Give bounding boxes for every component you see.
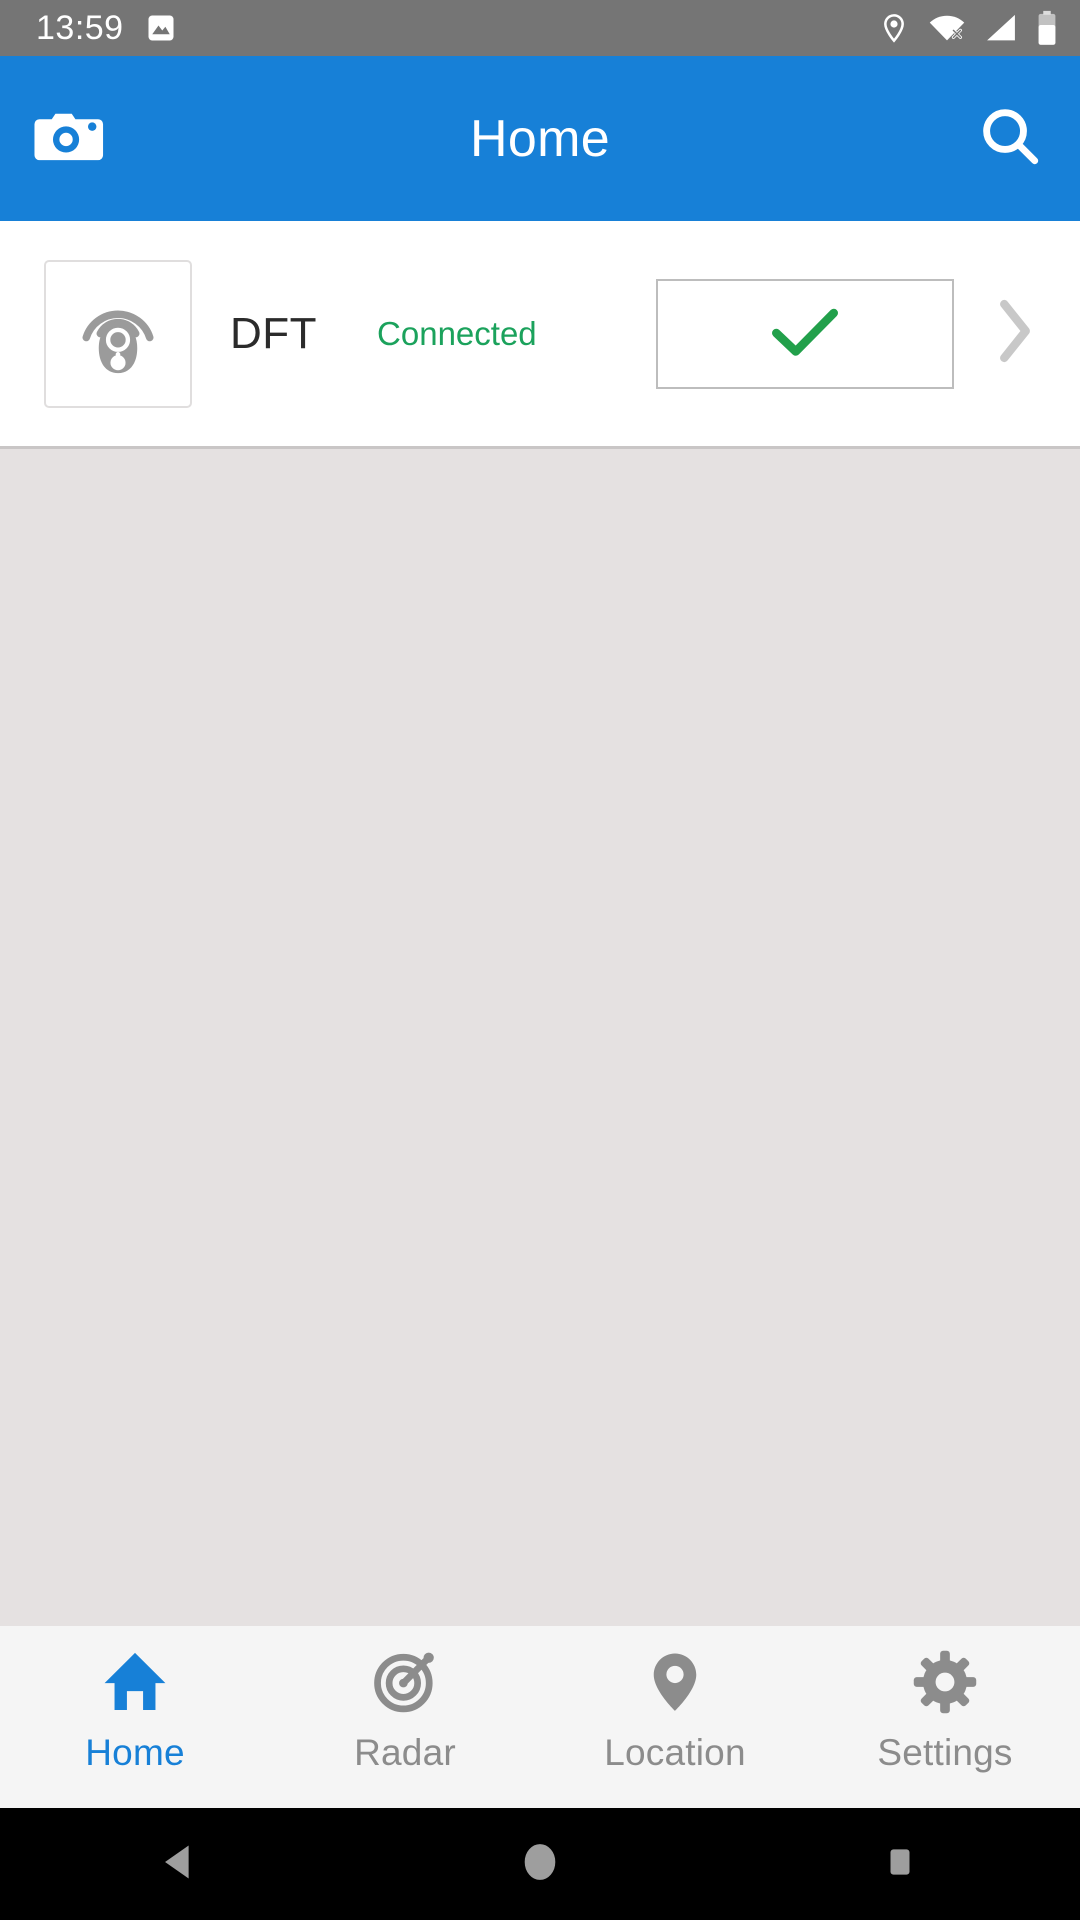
device-list-item[interactable]: DFT Connected [0, 221, 1080, 449]
android-back-button[interactable] [0, 1839, 360, 1890]
device-status-label: Connected [377, 314, 537, 352]
chevron-right-icon [993, 296, 1037, 371]
device-confirm-button[interactable] [656, 278, 954, 389]
camera-icon [33, 106, 107, 171]
app-bar: Home [0, 56, 1080, 221]
nav-item-home[interactable]: Home [0, 1626, 270, 1808]
location-pin-icon [640, 1646, 710, 1718]
status-bar-left: 13:59 [36, 11, 176, 45]
wifi-off-icon [928, 12, 966, 44]
nav-label-settings: Settings [877, 1732, 1013, 1773]
search-icon [977, 103, 1043, 174]
camera-button[interactable] [30, 99, 110, 179]
location-pin-icon [878, 12, 910, 44]
back-triangle-icon [157, 1839, 203, 1890]
nav-item-settings[interactable]: Settings [810, 1626, 1080, 1808]
android-home-button[interactable] [360, 1838, 720, 1891]
cellular-signal-icon [984, 12, 1018, 44]
gallery-image-icon [146, 13, 176, 43]
nav-item-location[interactable]: Location [540, 1626, 810, 1808]
android-recents-button[interactable] [720, 1842, 1080, 1887]
main-content-area [0, 449, 1080, 1626]
status-bar-right [878, 10, 1058, 46]
gear-icon [910, 1646, 980, 1718]
nav-label-home: Home [85, 1732, 185, 1773]
recents-square-icon [880, 1842, 920, 1887]
device-actions [656, 278, 1050, 389]
status-bar: 13:59 [0, 0, 1080, 56]
search-button[interactable] [970, 99, 1050, 179]
battery-icon [1036, 10, 1058, 46]
device-thumbnail [44, 259, 192, 408]
device-name: DFT [230, 308, 318, 358]
android-system-nav [0, 1808, 1080, 1920]
nav-item-radar[interactable]: Radar [270, 1626, 540, 1808]
page-title: Home [470, 109, 610, 168]
nav-label-radar: Radar [354, 1732, 456, 1773]
status-clock: 13:59 [36, 9, 124, 47]
phone-screen: 13:59 Home DFT Connected Home Radar Loca… [0, 0, 1080, 1920]
device-detail-button[interactable] [980, 289, 1050, 379]
key-fob-signal-icon [66, 279, 170, 388]
check-icon [767, 301, 843, 366]
home-circle-icon [516, 1838, 564, 1891]
nav-label-location: Location [604, 1732, 746, 1773]
bottom-navigation-bar: Home Radar Location Settings [0, 1626, 1080, 1808]
home-icon [100, 1646, 170, 1718]
radar-icon [370, 1646, 440, 1718]
